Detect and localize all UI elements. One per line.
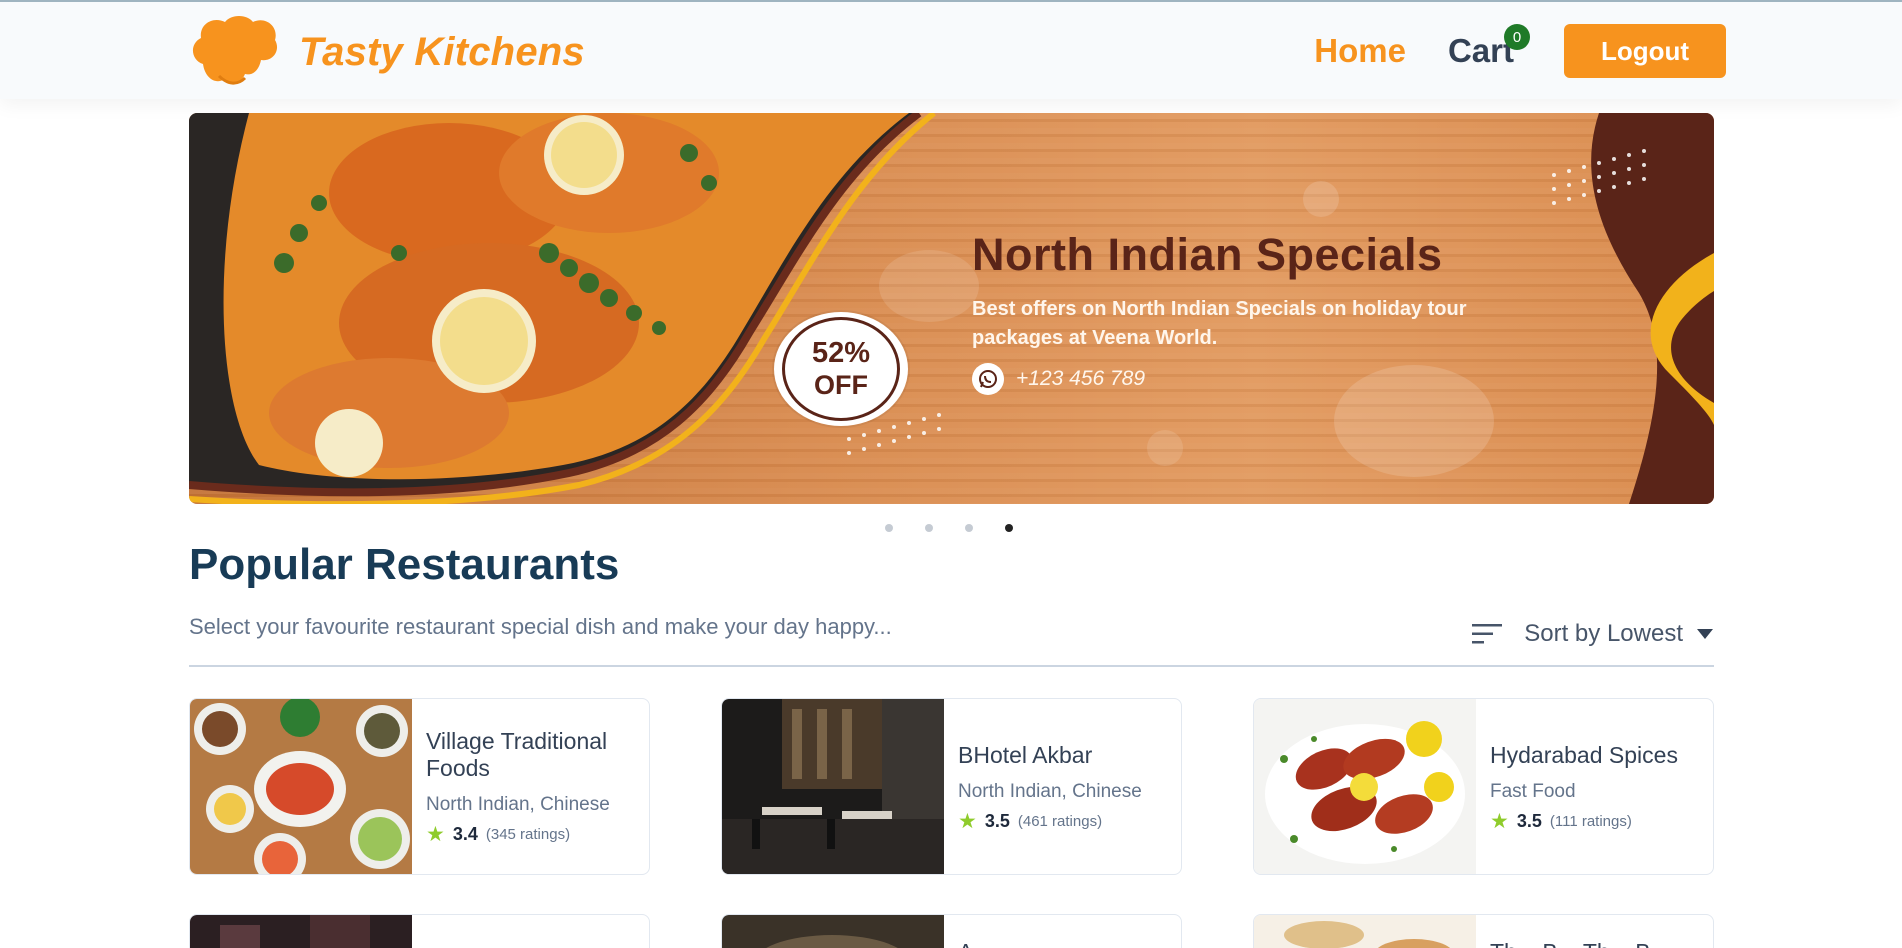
cart-count-badge: 0 bbox=[1504, 24, 1530, 50]
restaurant-rating: ★ 3.5 (111 ratings) bbox=[1490, 811, 1710, 832]
rating-count: (111 ratings) bbox=[1549, 812, 1632, 830]
restaurant-name: Th... B... Th... B... bbox=[1476, 915, 1670, 948]
sort-by-select[interactable]: Sort by Lowest bbox=[1472, 620, 1713, 648]
discount-off-label: OFF bbox=[814, 370, 868, 400]
star-icon: ★ bbox=[1490, 809, 1509, 833]
nav-home-link[interactable]: Home bbox=[1314, 32, 1406, 70]
nav-cart-link[interactable]: Cart 0 bbox=[1448, 24, 1530, 70]
rating-count: (345 ratings) bbox=[485, 826, 571, 843]
carousel-dot-4[interactable] bbox=[1005, 524, 1013, 532]
banner-phone: +123 456 789 bbox=[972, 363, 1145, 395]
restaurant-rating: ★ 3.5 (461 ratings) bbox=[958, 811, 1178, 832]
brand-name: Tasty Kitchens bbox=[299, 29, 585, 74]
restaurant-cuisine: North Indian, Chinese bbox=[426, 794, 610, 815]
restaurant-image-bhotel-akbar bbox=[722, 699, 944, 874]
restaurant-name: Village Traditional Foods bbox=[426, 728, 608, 781]
banner-subtitle: Best offers on North Indian Specials on … bbox=[972, 298, 1467, 349]
fish-decoration bbox=[1334, 365, 1494, 477]
chevron-down-icon bbox=[1697, 629, 1713, 639]
restaurant-card[interactable]: BHotel Akbar North Indian, Chinese ★ 3.5… bbox=[721, 698, 1182, 875]
sort-selected-option: Sort by Lowest bbox=[1524, 620, 1683, 647]
nav-menu: Home Cart 0 Logout bbox=[1314, 24, 1726, 78]
restaurant-card[interactable]: Hydarabad Spices Fast Food ★ 3.5 (111 ra… bbox=[1253, 698, 1714, 875]
popular-restaurants-description: Select your favourite restaurant special… bbox=[189, 614, 892, 639]
section-divider bbox=[189, 665, 1714, 667]
banner-phone-number: +123 456 789 bbox=[1016, 367, 1146, 390]
star-icon: ★ bbox=[426, 823, 445, 846]
discount-badge: 52% OFF bbox=[774, 312, 908, 426]
logout-button[interactable]: Logout bbox=[1564, 24, 1726, 78]
rating-count: (461 ratings) bbox=[1017, 812, 1103, 830]
restaurant-cuisine: North Indian, Chinese bbox=[958, 780, 1142, 802]
restaurant-name: BHotel Akbar bbox=[958, 741, 1093, 768]
carousel-dot-3[interactable] bbox=[965, 524, 973, 532]
whatsapp-icon bbox=[972, 363, 1004, 395]
rating-value: 3.5 bbox=[984, 810, 1010, 831]
restaurant-image-village-traditional-foods bbox=[190, 699, 412, 874]
rating-value: 3.5 bbox=[1516, 810, 1542, 831]
rating-value: 3.4 bbox=[452, 824, 478, 844]
restaurant-card[interactable] bbox=[189, 914, 650, 948]
restaurant-image-hydarabad-spices bbox=[1254, 699, 1476, 874]
restaurant-image bbox=[722, 915, 944, 948]
restaurant-card[interactable]: Th... B... Th... B... bbox=[1253, 914, 1714, 948]
carousel-dot-2[interactable] bbox=[925, 524, 933, 532]
brand-logo-link[interactable]: Tasty Kitchens bbox=[189, 14, 585, 90]
star-icon: ★ bbox=[958, 809, 977, 833]
carousel-dots bbox=[885, 524, 1045, 532]
restaurant-image bbox=[1254, 915, 1476, 948]
popular-restaurants-heading: Popular Restaurants bbox=[189, 540, 620, 589]
restaurant-name: Hydarabad Spices bbox=[1490, 741, 1678, 768]
restaurant-cuisine: Fast Food bbox=[1490, 780, 1576, 802]
restaurant-image bbox=[190, 915, 412, 948]
restaurant-card[interactable]: A... bbox=[721, 914, 1182, 948]
restaurant-name: A... bbox=[944, 915, 993, 948]
restaurant-rating: ★ 3.4 (345 ratings) bbox=[426, 824, 646, 845]
restaurant-card[interactable]: Village Traditional Foods North Indian, … bbox=[189, 698, 650, 875]
navbar: Tasty Kitchens Home Cart 0 Logout bbox=[0, 0, 1902, 99]
carousel-dot-1[interactable] bbox=[885, 524, 893, 532]
sort-lines-icon bbox=[1472, 624, 1503, 644]
offer-banner-slide[interactable]: 52% OFF North Indian Specials Best offer… bbox=[189, 113, 1714, 504]
restaurant-name bbox=[412, 915, 426, 948]
banner-title: North Indian Specials bbox=[972, 229, 1443, 280]
discount-percent: 52% bbox=[811, 337, 871, 369]
chef-hat-logo-icon bbox=[192, 16, 278, 85]
